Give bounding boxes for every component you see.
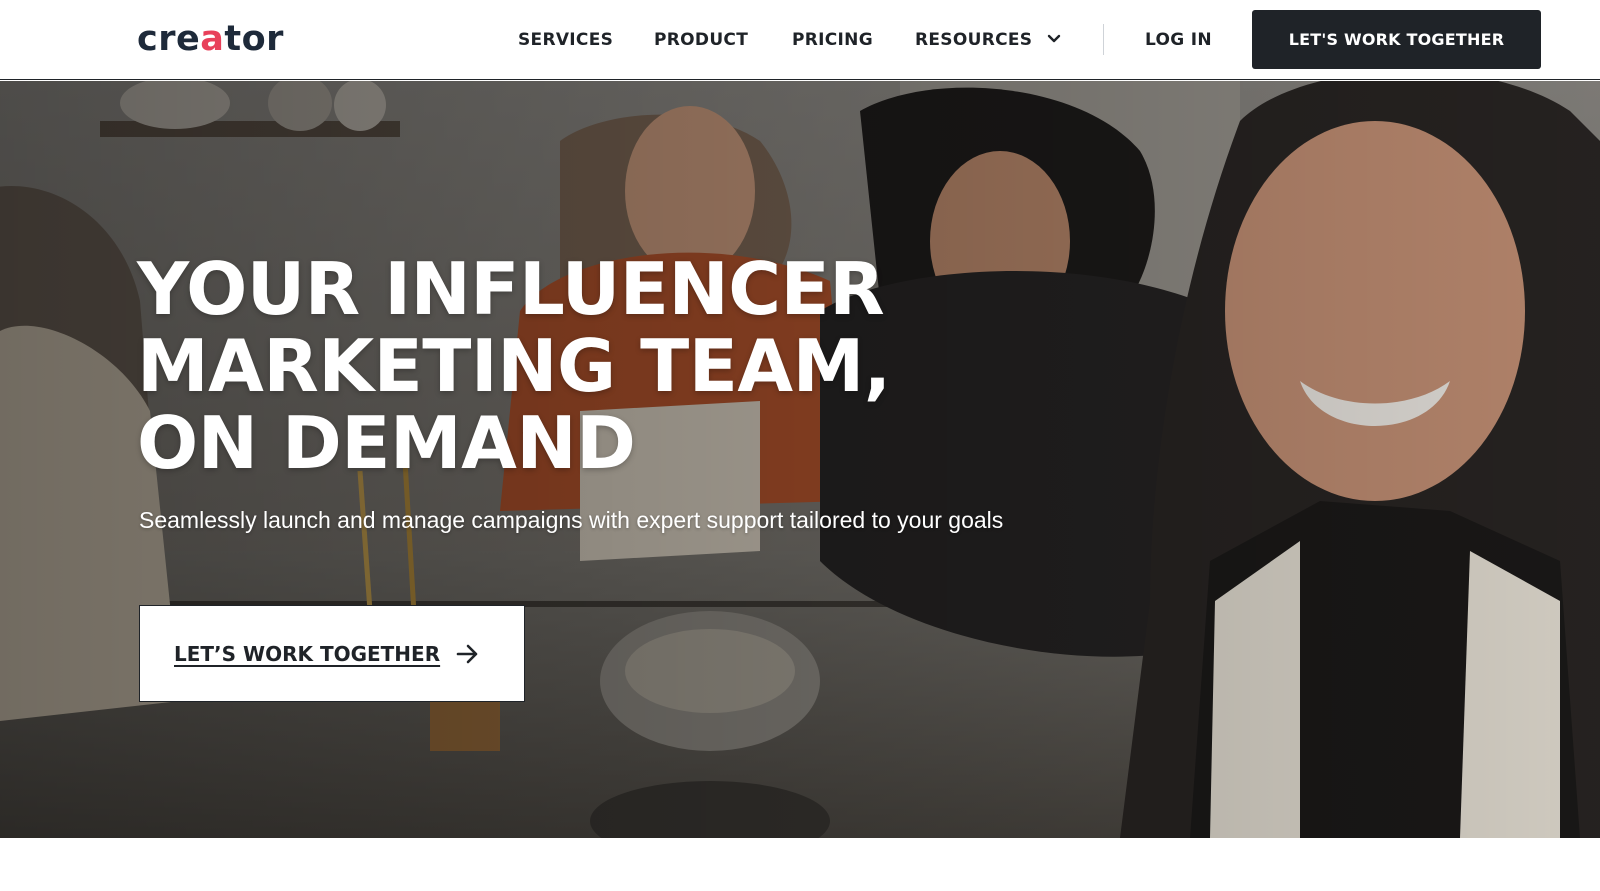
nav-resources-dropdown[interactable]: RESOURCES [915,28,1061,52]
creator-logo[interactable]: creator [137,17,284,61]
nav-services-link[interactable]: SERVICES [518,28,613,52]
arrow-right-icon [456,644,478,663]
hero-title: YOUR INFLUENCER MARKETING TEAM, ON DEMAN… [137,251,1037,482]
hero-subtitle: Seamlessly launch and manage campaigns w… [139,507,1004,533]
hero-cta-button[interactable]: LET’S WORK TOGETHER [139,605,525,702]
hero-title-line: ON DEMAND [137,401,636,485]
hero-title-line: YOUR INFLUENCER [137,247,885,331]
site-header: creator SERVICES PRODUCT PRICING RESOURC… [0,0,1600,80]
header-cta-button[interactable]: LET'S WORK TOGETHER [1252,10,1541,69]
login-link[interactable]: LOG IN [1145,28,1212,52]
nav-divider [1103,24,1104,55]
nav-product-link[interactable]: PRODUCT [654,28,748,52]
hero-cta-label: LET’S WORK TOGETHER [174,641,441,666]
hero-title-line: MARKETING TEAM, [137,324,891,408]
nav-resources-label: RESOURCES [915,30,1033,50]
hero-section: YOUR INFLUENCER MARKETING TEAM, ON DEMAN… [0,81,1600,838]
chevron-down-icon [1047,34,1060,42]
nav-pricing-link[interactable]: PRICING [792,28,873,52]
